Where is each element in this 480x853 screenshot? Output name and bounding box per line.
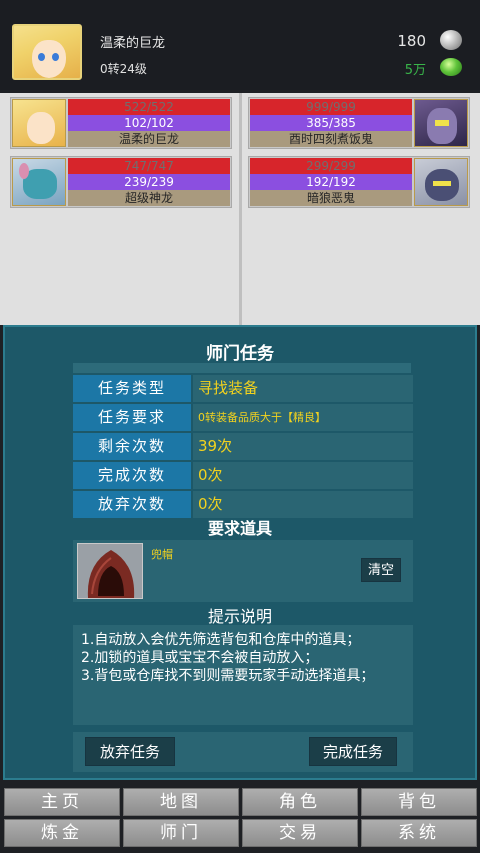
required-item-slot[interactable]: 兜帽 清空	[73, 540, 413, 602]
quest-row: 任务类型 寻找装备	[73, 375, 413, 402]
player-avatar[interactable]	[12, 24, 82, 80]
portrait-eyes	[433, 181, 451, 186]
quest-row-label: 放弃次数	[73, 491, 191, 518]
portrait-face	[27, 112, 55, 144]
quest-action-bar: 放弃任务 完成任务	[73, 732, 413, 772]
enemy-portrait	[414, 99, 468, 147]
hood-icon	[87, 550, 135, 598]
nav-map[interactable]: 地图	[123, 788, 239, 816]
portrait-horn	[19, 163, 29, 179]
mp-bar: 239/239	[68, 174, 230, 190]
enemy-unit[interactable]: 299/299 192/192 暗狼恶鬼	[248, 156, 470, 208]
abandon-quest-button[interactable]: 放弃任务	[85, 737, 175, 766]
unit-name: 超级神龙	[68, 190, 230, 206]
master-quest-panel: 师门任务 任务类型 寻找装备 任务要求 0转装备品质大于【精良】 剩余次数 39…	[3, 325, 477, 780]
jade-icon	[440, 58, 462, 76]
clear-button[interactable]: 清空	[361, 558, 401, 582]
complete-quest-button[interactable]: 完成任务	[309, 737, 397, 766]
avatar-eye	[38, 53, 45, 61]
unit-name: 酉时四刻煮饭鬼	[250, 131, 412, 147]
quest-row-label: 任务要求	[73, 404, 191, 431]
hint-title: 提示说明	[207, 607, 272, 626]
quest-row-value: 39次	[193, 433, 413, 460]
panel-subheader	[73, 363, 411, 373]
jade-amount: 5万	[404, 63, 426, 78]
quest-row-label: 任务类型	[73, 375, 191, 402]
quest-row: 放弃次数 0次	[73, 491, 413, 518]
mp-bar: 102/102	[68, 115, 230, 131]
hint-line: 3.背包或仓库找不到则需要玩家手动选择道具；	[81, 668, 375, 684]
ally-unit[interactable]: 522/522 102/102 温柔的巨龙	[10, 97, 232, 149]
quest-row-value: 0次	[193, 462, 413, 489]
item-name: 兜帽	[151, 548, 173, 561]
unit-name: 暗狼恶鬼	[250, 190, 412, 206]
battle-divider	[239, 93, 242, 325]
silver-amount: 180	[397, 32, 426, 50]
nav-character[interactable]: 角色	[242, 788, 358, 816]
hp-bar: 747/747	[68, 158, 230, 174]
hp-bar: 299/299	[250, 158, 412, 174]
silver-coin-icon	[440, 30, 462, 50]
nav-bag[interactable]: 背包	[361, 788, 477, 816]
panel-title: 师门任务	[206, 344, 274, 364]
hint-line: 1.自动放入会优先筛选背包和仓库中的道具；	[81, 632, 361, 648]
quest-info-table: 任务类型 寻找装备 任务要求 0转装备品质大于【精良】 剩余次数 39次 完成次…	[73, 375, 413, 520]
player-header: 温柔的巨龙 0转24级 180 5万	[0, 0, 480, 90]
mp-bar: 192/192	[250, 174, 412, 190]
nav-system[interactable]: 系统	[361, 819, 477, 847]
quest-row-label: 完成次数	[73, 462, 191, 489]
nav-trade[interactable]: 交易	[242, 819, 358, 847]
portrait-figure	[427, 108, 457, 144]
hood-item-icon[interactable]	[77, 543, 143, 599]
mp-bar: 385/385	[250, 115, 412, 131]
nav-home[interactable]: 主页	[4, 788, 120, 816]
avatar-eye	[52, 53, 59, 61]
battle-area: 522/522 102/102 温柔的巨龙 747/747 239/239 超级…	[0, 93, 480, 325]
ally-unit[interactable]: 747/747 239/239 超级神龙	[10, 156, 232, 208]
player-name: 温柔的巨龙	[100, 36, 166, 51]
hint-box: 1.自动放入会优先筛选背包和仓库中的道具； 2.加锁的道具或宝宝不会被自动放入；…	[73, 625, 413, 725]
quest-row-label: 剩余次数	[73, 433, 191, 460]
quest-row-value: 0转装备品质大于【精良】	[193, 404, 413, 431]
quest-row-value: 0次	[193, 491, 413, 518]
unit-name: 温柔的巨龙	[68, 131, 230, 147]
nav-sect[interactable]: 师门	[123, 819, 239, 847]
quest-row: 完成次数 0次	[73, 462, 413, 489]
ally-portrait	[12, 99, 66, 147]
hp-bar: 522/522	[68, 99, 230, 115]
enemy-unit[interactable]: 999/999 385/385 酉时四刻煮饭鬼	[248, 97, 470, 149]
nav-alchemy[interactable]: 炼金	[4, 819, 120, 847]
avatar-face	[32, 40, 66, 78]
hint-line: 2.加锁的道具或宝宝不会被自动放入；	[81, 650, 319, 666]
ally-portrait	[12, 158, 66, 206]
player-level: 0转24级	[100, 62, 147, 76]
quest-row: 任务要求 0转装备品质大于【精良】	[73, 404, 413, 431]
quest-row: 剩余次数 39次	[73, 433, 413, 460]
enemy-portrait	[414, 158, 468, 206]
portrait-eyes	[435, 120, 449, 126]
quest-row-value: 寻找装备	[193, 375, 413, 402]
bottom-nav: 主页 地图 角色 背包 炼金 师门 交易 系统	[0, 783, 480, 853]
required-items-title: 要求道具	[207, 519, 272, 538]
hp-bar: 999/999	[250, 99, 412, 115]
